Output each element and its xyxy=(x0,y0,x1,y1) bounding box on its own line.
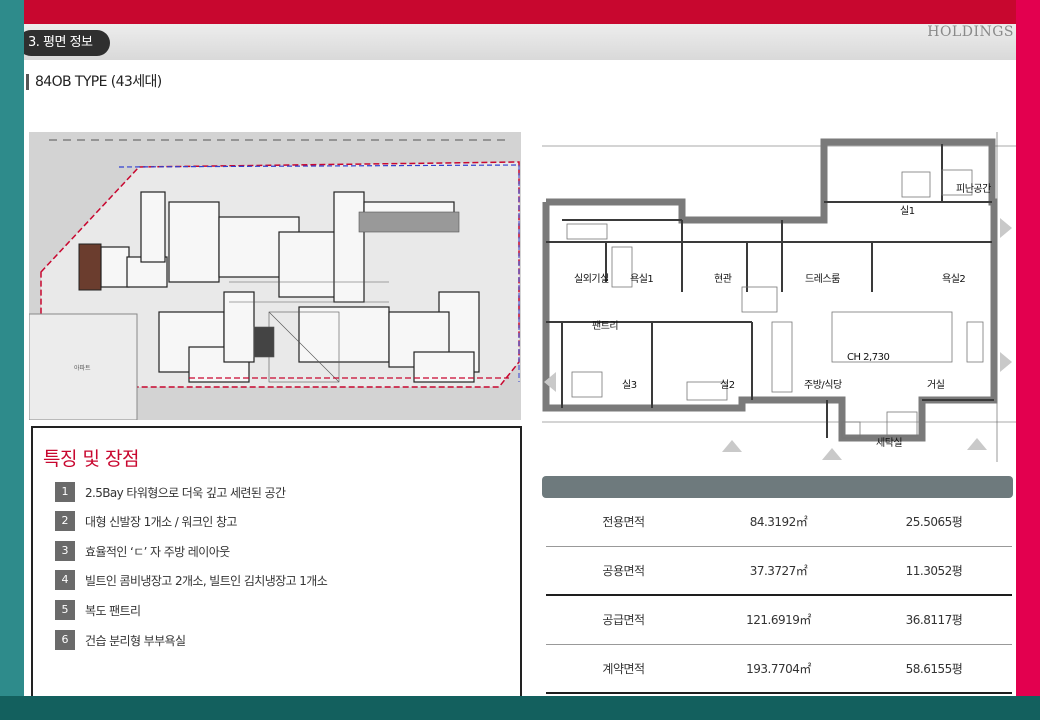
brand-logo: HOLDINGS xyxy=(927,24,1014,40)
feature-text: 2.5Bay 타워형으로 더욱 깊고 세련된 공간 xyxy=(85,485,286,500)
room-label-kitchen: 주방/식당 xyxy=(804,380,842,391)
feature-text: 건습 분리형 부부욕실 xyxy=(85,633,186,648)
feature-number: 1 xyxy=(55,482,75,502)
features-panel: 특징 및 장점 1 2.5Bay 타워형으로 더욱 깊고 세련된 공간 2 대형… xyxy=(31,426,522,696)
area-label: 공급면적 xyxy=(602,613,645,627)
room-label-pantry: 팬트리 xyxy=(592,321,619,332)
feature-number: 5 xyxy=(55,600,75,620)
table-row: 계약면적 193.7704㎡ 58.6155평 xyxy=(546,645,1012,694)
area-label: 공용면적 xyxy=(602,564,645,578)
feature-number: 4 xyxy=(55,570,75,590)
room-label-entrance: 현관 xyxy=(714,274,732,285)
site-plan: 아파트 xyxy=(29,132,521,420)
section-label: 3. 평면 정보 xyxy=(24,30,110,56)
header-band: 3. 평면 정보 HOLDINGS xyxy=(24,24,1016,60)
room-label-outdoor-unit: 실외기실 xyxy=(574,274,609,285)
table-row: 전용면적 84.3192㎡ 25.5065평 xyxy=(546,498,1012,547)
area-pyeong: 58.6155평 xyxy=(905,662,963,676)
feature-item: 5 복도 팬트리 xyxy=(55,600,141,620)
ceiling-height-note: CH 2,730 xyxy=(847,352,890,363)
unit-floor-plan: 실1 피난공간 실외기실 욕실1 현관 드레스룸 욕실2 팬트리 CH 2,73… xyxy=(542,132,1016,462)
area-table: 전용면적 84.3192㎡ 25.5065평 공용면적 37.3727㎡ 11.… xyxy=(546,498,1012,694)
feature-item: 3 효율적인 ‘ㄷ’ 자 주방 레이아웃 xyxy=(55,541,230,561)
site-plan-building-label: 아파트 xyxy=(74,364,91,372)
feature-number: 6 xyxy=(55,630,75,650)
feature-text: 빌트인 콤비냉장고 2개소, 빌트인 김치냉장고 1개소 xyxy=(85,573,328,588)
brochure-page: 3. 평면 정보 HOLDINGS 84OB TYPE (43세대) 아파트 특… xyxy=(24,24,1016,696)
feature-text: 대형 신발장 1개소 / 워크인 창고 xyxy=(85,514,237,529)
area-pyeong: 25.5065평 xyxy=(905,515,963,529)
table-row: 공용면적 37.3727㎡ 11.3052평 xyxy=(546,547,1012,596)
feature-item: 6 건습 분리형 부부욕실 xyxy=(55,630,186,650)
feature-number: 3 xyxy=(55,541,75,561)
area-pyeong: 36.8117평 xyxy=(905,613,963,627)
feature-text: 효율적인 ‘ㄷ’ 자 주방 레이아웃 xyxy=(85,544,230,559)
room-label-room2: 실2 xyxy=(720,380,735,391)
room-label-evac: 피난공간 xyxy=(956,184,991,195)
frame-top-border xyxy=(0,0,1040,24)
room-label-room3: 실3 xyxy=(622,380,637,391)
room-label-bath2: 욕실2 xyxy=(942,274,966,285)
area-sqm: 84.3192㎡ xyxy=(749,515,808,529)
room-label-dress: 드레스룸 xyxy=(805,274,840,285)
area-label: 계약면적 xyxy=(602,662,645,676)
feature-item: 1 2.5Bay 타워형으로 더욱 깊고 세련된 공간 xyxy=(55,482,286,502)
feature-item: 2 대형 신발장 1개소 / 워크인 창고 xyxy=(55,511,237,531)
area-table-header-bar xyxy=(542,476,1013,498)
features-title: 특징 및 장점 xyxy=(43,448,139,470)
room-label-bath1: 욕실1 xyxy=(630,274,654,285)
floor-plan-drawing xyxy=(542,132,1016,462)
frame-right-border xyxy=(1016,0,1040,720)
area-pyeong: 11.3052평 xyxy=(905,564,963,578)
room-label-laundry: 세탁실 xyxy=(876,438,903,449)
room-label-room1: 실1 xyxy=(900,206,915,217)
frame-left-border xyxy=(0,0,24,720)
area-sqm: 37.3727㎡ xyxy=(749,564,808,578)
frame-bottom-border xyxy=(0,696,1040,720)
unit-type-title: 84OB TYPE (43세대) xyxy=(26,74,162,90)
feature-item: 4 빌트인 콤비냉장고 2개소, 빌트인 김치냉장고 1개소 xyxy=(55,570,328,590)
feature-number: 2 xyxy=(55,511,75,531)
table-row: 공급면적 121.6919㎡ 36.8117평 xyxy=(546,596,1012,645)
room-label-living: 거실 xyxy=(927,380,945,391)
area-label: 전용면적 xyxy=(602,515,645,529)
area-sqm: 193.7704㎡ xyxy=(746,662,811,676)
feature-text: 복도 팬트리 xyxy=(85,603,141,618)
area-sqm: 121.6919㎡ xyxy=(746,613,811,627)
site-plan-drawing: 아파트 xyxy=(29,132,521,420)
